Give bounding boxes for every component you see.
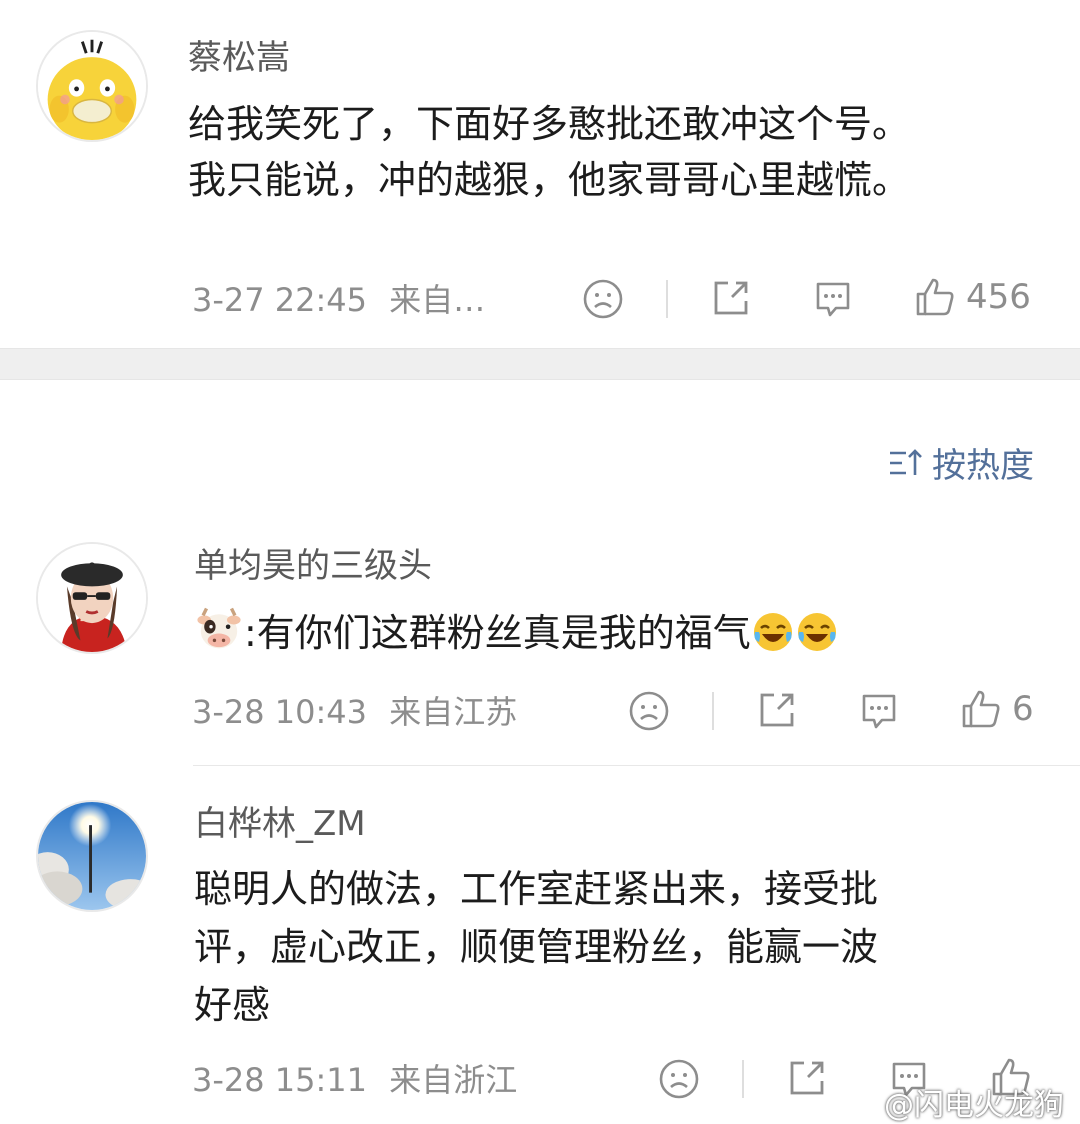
share-icon — [760, 693, 794, 727]
comment-line: 好感 — [194, 983, 271, 1027]
share-icon — [714, 281, 748, 315]
share-icon — [790, 1061, 824, 1095]
sort-label: 按热度 — [932, 446, 1034, 486]
like-count: 456 — [966, 277, 1031, 317]
comment-item: 单均昊的三级头 :有你们这群粉丝真是我的福气 3-28 10:43 来自江苏 6 — [0, 520, 1080, 765]
sad-face-icon — [659, 1059, 699, 1099]
comment-line: 我只能说，冲的越狠，他家哥哥心里越慌。 — [188, 158, 911, 202]
dislike-button[interactable] — [582, 278, 624, 320]
comment-text: :有你们这群粉丝真是我的福气 — [194, 604, 839, 661]
avatar[interactable] — [36, 30, 148, 142]
timestamp: 3-28 15:11 — [192, 1061, 368, 1099]
watermark-text: @闪电火龙狗 — [884, 1088, 1064, 1123]
sky-sun-avatar-icon — [38, 802, 146, 910]
section-separator — [0, 348, 1080, 380]
share-button[interactable] — [756, 689, 798, 731]
action-divider — [666, 280, 668, 318]
sad-face-icon — [629, 691, 669, 731]
username[interactable]: 单均昊的三级头 — [194, 546, 432, 586]
thumbs-up-icon — [962, 690, 1000, 728]
laugh-cry-emoji-icon — [797, 613, 836, 651]
comment-icon — [816, 282, 850, 317]
comment-item: 蔡松嵩 给我笑死了，下面好多憨批还敢冲这个号。 我只能说，冲的越狠，他家哥哥心里… — [0, 0, 1080, 348]
comment-line: 给我笑死了，下面好多憨批还敢冲这个号。 — [188, 102, 911, 146]
dislike-button[interactable] — [658, 1058, 700, 1100]
like-button[interactable]: 6 — [960, 688, 1034, 730]
watermark: @闪电火龙狗 — [838, 1080, 1064, 1124]
reply-button[interactable] — [858, 690, 900, 732]
comment-item: 白桦林_ZM 聪明人的做法，工作室赶紧出来，接受批 评，虚心改正，顺便管理粉丝，… — [0, 766, 1080, 1124]
source-location: 来自江苏 — [389, 693, 518, 731]
share-button[interactable] — [710, 277, 752, 319]
comment-line: 评，虚心改正，顺便管理粉丝，能赢一波 — [194, 925, 879, 969]
comment-icon — [862, 694, 896, 729]
avatar[interactable] — [36, 800, 148, 912]
weibo-logo-icon — [838, 1089, 876, 1117]
comment-meta: 3-27 22:45 来自… — [192, 280, 485, 320]
comment-text: 聪明人的做法，工作室赶紧出来，接受批 评，虚心改正，顺便管理粉丝，能赢一波 好感 — [194, 860, 878, 1034]
sort-by-hot-button[interactable]: 按热度 — [888, 438, 1034, 487]
action-divider — [712, 692, 714, 730]
comment-meta: 3-28 10:43 来自江苏 — [192, 692, 517, 732]
girl-beret-avatar-icon — [38, 544, 146, 652]
like-count: 6 — [1012, 689, 1034, 729]
sort-icon — [890, 448, 922, 475]
timestamp: 3-28 10:43 — [192, 693, 368, 731]
laugh-cry-emoji-icon — [753, 613, 792, 651]
action-divider — [742, 1060, 744, 1098]
timestamp: 3-27 22:45 — [192, 281, 368, 319]
dislike-button[interactable] — [628, 690, 670, 732]
source-location: 来自浙江 — [389, 1061, 518, 1099]
cow-emoji-icon — [197, 607, 241, 649]
username[interactable]: 蔡松嵩 — [188, 38, 290, 78]
reply-button[interactable] — [812, 278, 854, 320]
source-location: 来自… — [389, 281, 486, 319]
psyduck-avatar-icon — [38, 32, 146, 140]
username[interactable]: 白桦林_ZM — [194, 804, 366, 844]
comment-line: 聪明人的做法，工作室赶紧出来，接受批 — [194, 867, 879, 911]
share-button[interactable] — [786, 1057, 828, 1099]
thumbs-up-icon — [916, 278, 954, 316]
comment-text: 给我笑死了，下面好多憨批还敢冲这个号。 我只能说，冲的越狠，他家哥哥心里越慌。 — [188, 96, 910, 208]
comment-body: :有你们这群粉丝真是我的福气 — [244, 611, 751, 655]
like-button[interactable]: 456 — [914, 276, 1031, 318]
comment-meta: 3-28 15:11 来自浙江 — [192, 1060, 517, 1100]
sad-face-icon — [583, 279, 623, 319]
avatar[interactable] — [36, 542, 148, 654]
